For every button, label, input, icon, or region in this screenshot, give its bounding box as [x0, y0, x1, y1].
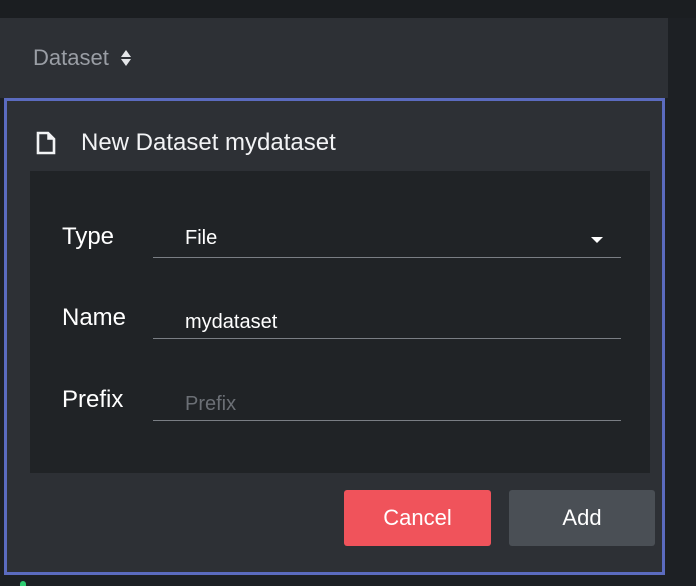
file-icon [35, 131, 57, 155]
top-strip [0, 0, 696, 18]
prefix-row: Prefix Prefix [30, 386, 650, 436]
prefix-label: Prefix [62, 386, 124, 413]
type-select[interactable]: File [153, 225, 621, 258]
sort-down-icon [120, 59, 131, 66]
panel-title-text: New Dataset mydataset [81, 129, 336, 156]
new-dataset-panel: New Dataset mydataset Type File Name myd… [4, 98, 665, 575]
name-row: Name mydataset [30, 304, 650, 354]
prefix-input[interactable]: Prefix [153, 388, 621, 421]
dataset-column-header[interactable]: Dataset [0, 18, 668, 98]
sort-icon[interactable] [120, 50, 131, 66]
name-input[interactable]: mydataset [153, 306, 621, 339]
cancel-button[interactable]: Cancel [344, 490, 491, 546]
chevron-down-icon [591, 237, 603, 243]
type-row: Type File [30, 223, 650, 273]
dataset-window: Dataset New Dataset mydataset Type File [0, 0, 696, 586]
prefix-placeholder: Prefix [185, 393, 237, 415]
status-indicator [20, 581, 26, 586]
name-input-value: mydataset [185, 311, 278, 333]
sort-up-icon [120, 50, 131, 57]
panel-title: New Dataset mydataset [35, 129, 336, 157]
dataset-form: Type File Name mydataset Prefix Prefix [30, 171, 650, 473]
name-label: Name [62, 304, 127, 331]
type-select-value: File [185, 227, 218, 249]
dataset-header-label: Dataset [33, 45, 109, 70]
type-label: Type [62, 223, 115, 250]
add-button[interactable]: Add [509, 490, 655, 546]
